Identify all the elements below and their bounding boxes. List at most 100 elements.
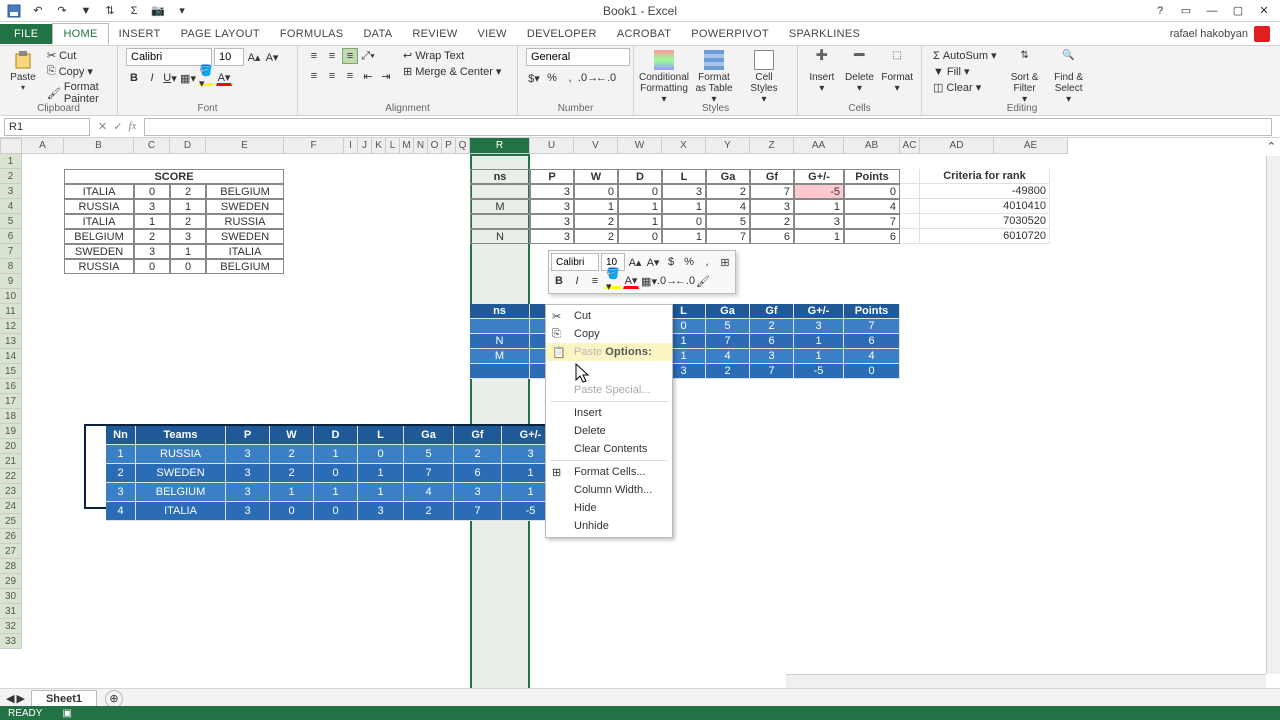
cell[interactable]: 6 — [750, 334, 794, 349]
cell[interactable]: 0 — [134, 259, 170, 274]
tab-data[interactable]: DATA — [353, 24, 402, 44]
cell[interactable]: 1 — [662, 199, 706, 214]
cell[interactable]: 1 — [794, 229, 844, 244]
ctx-unhide[interactable]: Unhide — [546, 517, 672, 535]
cell[interactable]: 3 — [794, 319, 844, 334]
cell[interactable]: P — [226, 426, 270, 445]
cell[interactable]: 3 — [530, 229, 574, 244]
tab-home[interactable]: HOME — [52, 23, 108, 45]
qat-dropdown-icon[interactable]: ▾ — [174, 3, 190, 19]
mini-grow-font-icon[interactable]: A▴ — [627, 254, 643, 270]
cell[interactable]: 1 — [314, 483, 358, 502]
macro-record-icon[interactable]: ▣ — [62, 708, 71, 719]
align-left-icon[interactable]: ≡ — [306, 68, 322, 84]
cell[interactable]: 2 — [270, 445, 314, 464]
tab-sparklines[interactable]: Sparklines — [779, 24, 870, 44]
tab-review[interactable]: REVIEW — [402, 24, 467, 44]
cell[interactable]: Nn — [106, 426, 136, 445]
font-size-select[interactable] — [214, 48, 244, 66]
cell[interactable]: 1 — [794, 349, 844, 364]
select-all-corner[interactable] — [0, 138, 22, 154]
column-header[interactable]: AA — [794, 138, 844, 154]
tab-page-layout[interactable]: PAGE LAYOUT — [171, 24, 270, 44]
cell[interactable]: 3 — [750, 349, 794, 364]
column-header[interactable]: X — [662, 138, 706, 154]
fill-color-icon[interactable]: 🪣▾ — [198, 70, 214, 86]
cell[interactable]: 0 — [134, 184, 170, 199]
column-header[interactable]: W — [618, 138, 662, 154]
cell[interactable]: Gf — [750, 169, 794, 184]
cell[interactable]: 4010410 — [920, 199, 1050, 214]
column-header[interactable]: R — [470, 138, 530, 154]
filter-icon[interactable]: ▼ — [78, 3, 94, 19]
cell[interactable]: 6 — [750, 229, 794, 244]
ctx-insert[interactable]: Insert — [546, 404, 672, 422]
cell[interactable]: 3 — [530, 184, 574, 199]
minimize-icon[interactable]: — — [1202, 3, 1222, 19]
cell[interactable]: BELGIUM — [206, 259, 284, 274]
cell[interactable]: 0 — [618, 229, 662, 244]
cell[interactable] — [900, 199, 920, 214]
cell[interactable]: 3 — [106, 483, 136, 502]
column-header[interactable]: U — [530, 138, 574, 154]
column-header[interactable]: N — [414, 138, 428, 154]
cell[interactable]: 2 — [574, 214, 618, 229]
row-header[interactable]: 19 — [0, 424, 22, 439]
cell[interactable]: RUSSIA — [206, 214, 284, 229]
ribbon-options-icon[interactable]: ▭ — [1176, 3, 1196, 19]
column-header[interactable]: D — [170, 138, 206, 154]
sheet-nav-next-icon[interactable]: ▶ — [16, 692, 24, 705]
mini-dec-dec-icon[interactable]: ←.0 — [677, 273, 693, 289]
column-header[interactable]: L — [386, 138, 400, 154]
cell[interactable]: 2 — [454, 445, 502, 464]
cell[interactable]: 1 — [170, 199, 206, 214]
mini-font-color-icon[interactable]: A▾ — [623, 273, 639, 289]
cell[interactable]: RUSSIA — [136, 445, 226, 464]
mini-italic-icon[interactable]: I — [569, 273, 585, 289]
cell[interactable] — [470, 319, 530, 334]
insert-cells-button[interactable]: ➕Insert▾ — [806, 48, 838, 94]
column-header[interactable]: F — [284, 138, 344, 154]
cell[interactable]: 2 — [706, 364, 750, 379]
cell[interactable]: G+/- — [794, 169, 844, 184]
column-header[interactable]: E — [206, 138, 284, 154]
mini-merge-icon[interactable]: ⊞ — [717, 254, 733, 270]
row-header[interactable]: 26 — [0, 529, 22, 544]
cell[interactable]: Teams — [136, 426, 226, 445]
number-format-select[interactable] — [526, 48, 630, 66]
maximize-icon[interactable]: ▢ — [1228, 3, 1248, 19]
mini-fill-icon[interactable]: 🪣▾ — [605, 273, 621, 289]
cell[interactable]: 2 — [404, 502, 454, 521]
ctx-cut[interactable]: ✂Cut — [546, 307, 672, 325]
cell[interactable]: M — [470, 349, 530, 364]
row-header[interactable]: 33 — [0, 634, 22, 649]
ctx-format-cells[interactable]: ⊞Format Cells... — [546, 463, 672, 481]
tab-developer[interactable]: DEVELOPER — [517, 24, 607, 44]
cell[interactable]: 7 — [454, 502, 502, 521]
cell[interactable]: RUSSIA — [64, 199, 134, 214]
cell[interactable]: 7 — [750, 184, 794, 199]
cell[interactable]: ITALIA — [64, 214, 134, 229]
cell[interactable]: 3 — [750, 199, 794, 214]
cell[interactable]: ns — [470, 304, 530, 319]
format-cells-button[interactable]: ⬚Format▾ — [881, 48, 913, 94]
cell[interactable]: ITALIA — [206, 244, 284, 259]
cell[interactable]: 1 — [358, 483, 404, 502]
column-header[interactable]: V — [574, 138, 618, 154]
cell[interactable]: 1 — [794, 199, 844, 214]
align-right-icon[interactable]: ≡ — [342, 68, 358, 84]
row-header[interactable]: 22 — [0, 469, 22, 484]
ctx-clear-contents[interactable]: Clear Contents — [546, 440, 672, 458]
name-box[interactable]: R1 — [4, 118, 90, 136]
decrease-font-icon[interactable]: A▾ — [264, 49, 280, 65]
cell[interactable] — [470, 184, 530, 199]
save-icon[interactable] — [6, 3, 22, 19]
cell[interactable]: 1 — [106, 445, 136, 464]
bold-icon[interactable]: B — [126, 70, 142, 86]
horizontal-scrollbar[interactable] — [786, 674, 1266, 688]
sort-filter-button[interactable]: ⇅Sort & Filter▾ — [1006, 48, 1044, 105]
column-header[interactable]: AE — [994, 138, 1068, 154]
cell[interactable]: 0 — [844, 364, 900, 379]
column-header[interactable]: K — [372, 138, 386, 154]
dec-decimal-icon[interactable]: ←.0 — [598, 70, 614, 86]
